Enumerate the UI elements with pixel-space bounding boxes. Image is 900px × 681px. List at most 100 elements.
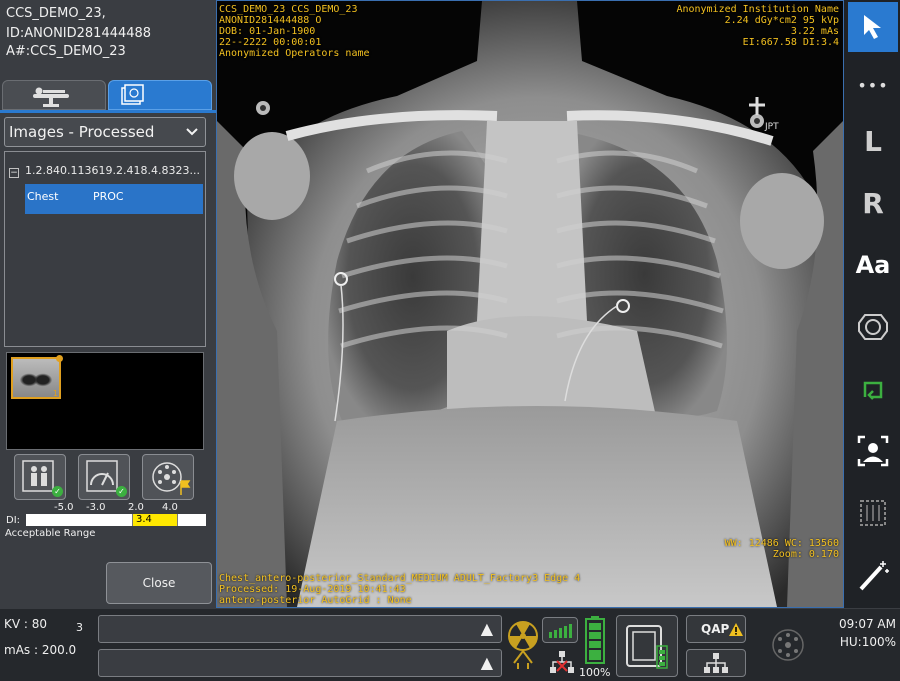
left-marker-button[interactable]: L xyxy=(848,116,898,166)
left-marker-icon: L xyxy=(864,124,882,158)
overlay-top-left: CCS_DEMO_23 CCS_DEMO_23 ANONID281444488 … xyxy=(219,4,370,59)
patient-table-icon xyxy=(33,87,69,107)
patient-id: ID:ANONID281444488 xyxy=(6,26,152,41)
image-thumbnail[interactable]: 1 xyxy=(11,355,63,399)
tab-patient[interactable] xyxy=(2,80,106,110)
check-icon: ✓ xyxy=(52,486,63,497)
tab-images[interactable] xyxy=(108,80,212,110)
di-tick: 2.0 xyxy=(128,502,144,513)
overlay-line: Anonymized Institution Name xyxy=(676,4,839,15)
image-type: PROC xyxy=(93,190,124,203)
clock-time: 09:07 AM xyxy=(839,617,896,631)
magic-wand-button[interactable] xyxy=(848,550,898,600)
magic-wand-icon xyxy=(859,561,889,591)
overlay-line: Processed: 19-Aug-2019 10:41:43 xyxy=(219,584,406,595)
di-label: DI: xyxy=(6,515,21,526)
image-viewport[interactable]: JPT CCS_DEMO_23 CCS_DEMO_23 ANONID281444… xyxy=(216,0,844,608)
overlay-line: Chest_antero-posterior_Standard_MEDIUM A… xyxy=(219,573,581,584)
overlay-line: Zoom: 0.170 xyxy=(772,549,839,560)
di-value: 3.4 xyxy=(136,514,152,525)
overlay-line: antero-posterior AutoGrid : None xyxy=(219,595,412,606)
detector-status-button[interactable] xyxy=(616,615,678,677)
battery-percent: 100% xyxy=(579,666,611,679)
thumbnail-marker xyxy=(56,355,63,362)
overlay-bottom-right: WW: 12486 WC: 13560 Zoom: 0.170 xyxy=(725,538,839,560)
overlay-line: WW: 12486 WC: 13560 xyxy=(724,538,839,549)
text-annotation-icon: Aa xyxy=(855,251,891,279)
series-uid: 1.2.840.113619.2.418.4.8323... xyxy=(25,164,200,177)
dropdown-label: Images - Processed xyxy=(9,123,155,141)
protocol-field-2[interactable]: ▲ xyxy=(98,649,502,677)
overlay-line: ANONID281444488 O xyxy=(219,15,322,26)
panel-tabs xyxy=(2,80,212,110)
image-anatomy: Chest xyxy=(27,190,59,203)
pointer-tool[interactable] xyxy=(848,2,898,52)
more-options-icon: ••• xyxy=(857,75,889,95)
series-node[interactable]: −1.2.840.113619.2.418.4.8323... xyxy=(9,164,200,178)
di-scale-ticks: -5.0 -3.0 2.0 4.0 xyxy=(26,502,206,514)
overlay-line: 22--2222 00:00:01 xyxy=(219,37,322,48)
protocol-field-1[interactable]: ▲ xyxy=(98,615,502,643)
anatomy-roi-button[interactable] xyxy=(848,302,898,352)
overlay-top-right: Anonymized Institution Name 2.24 dGy*cm2… xyxy=(676,4,839,48)
signal-bars-icon xyxy=(549,624,572,638)
acceptable-range-label: Acceptable Range xyxy=(5,528,96,539)
right-marker-icon: R xyxy=(862,186,884,220)
collimation-icon xyxy=(860,500,886,526)
chevron-up-icon[interactable]: ▲ xyxy=(481,619,493,638)
exposure-count: 3 xyxy=(76,621,83,634)
brain-flag-button[interactable] xyxy=(142,454,194,500)
brain-logo-icon xyxy=(772,629,804,661)
position-marker: JPT xyxy=(764,122,779,132)
patient-name: CCS_DEMO_23, xyxy=(6,6,106,21)
collapse-icon[interactable]: − xyxy=(9,168,19,178)
accession-number: A#:CCS_DEMO_23 xyxy=(6,44,126,59)
right-toolbar: ••• L R Aa xyxy=(844,0,900,608)
kv-readout: KV : 80 xyxy=(4,617,48,631)
reprocess-icon xyxy=(863,381,883,400)
chevron-down-icon xyxy=(185,122,199,146)
overlay-line: Anonymized Operators name xyxy=(219,48,370,59)
reprocess-button[interactable] xyxy=(848,364,898,414)
overlay-line: CCS_DEMO_23 CCS_DEMO_23 xyxy=(219,4,358,15)
mas-readout: mAs : 200.0 xyxy=(4,643,77,657)
right-marker-button[interactable]: R xyxy=(848,178,898,228)
overlay-bottom-left: Chest_antero-posterior_Standard_MEDIUM A… xyxy=(219,573,580,606)
qap-label: QAP xyxy=(701,622,730,636)
check-icon: ✓ xyxy=(116,486,127,497)
battery-icon xyxy=(585,616,605,664)
image-tree: −1.2.840.113619.2.418.4.8323... Chest PR… xyxy=(4,151,206,347)
di-tick: -3.0 xyxy=(86,502,106,513)
text-annotation-button[interactable]: Aa xyxy=(848,240,898,290)
network-button[interactable] xyxy=(686,649,746,677)
collimation-button[interactable] xyxy=(848,488,898,538)
dose-button[interactable]: ✓ xyxy=(78,454,130,500)
overlay-line: 3.22 mAs xyxy=(790,26,839,37)
signal-strength xyxy=(542,617,578,643)
image-row-selected[interactable]: Chest PROC xyxy=(25,184,203,214)
shutter-face-icon xyxy=(857,435,889,467)
image-filter-dropdown[interactable]: Images - Processed xyxy=(4,117,206,147)
di-tick: 4.0 xyxy=(162,502,178,513)
overlay-line: DOB: 01-Jan-1900 xyxy=(219,26,316,37)
hu-readout: HU:100% xyxy=(839,635,896,649)
images-icon xyxy=(121,84,144,105)
close-button[interactable]: Close xyxy=(106,562,212,604)
overlay-line: EI:667.58 DI:3.4 xyxy=(742,37,839,48)
di-range-bar: 3.4 xyxy=(26,514,206,526)
network-error-icon xyxy=(550,651,574,673)
radiation-icon xyxy=(508,621,538,669)
chevron-up-icon[interactable]: ▲ xyxy=(481,653,493,672)
di-tick: -5.0 xyxy=(54,502,74,513)
network-topology-icon xyxy=(704,653,728,673)
chest-xray-image[interactable]: JPT xyxy=(217,1,843,607)
more-options-button[interactable]: ••• xyxy=(848,60,898,110)
warning-icon xyxy=(729,623,743,636)
bottom-status-bar: KV : 80 mAs : 200.0 3 ▲ ▲ 100% QAP 09:07… xyxy=(0,608,900,681)
technologist-button[interactable]: ✓ xyxy=(14,454,66,500)
anatomy-roi-icon xyxy=(858,314,888,340)
qap-button[interactable]: QAP xyxy=(686,615,746,643)
shutter-button[interactable] xyxy=(848,426,898,476)
pointer-arrow-icon xyxy=(864,15,881,39)
detector-icon xyxy=(626,625,668,669)
